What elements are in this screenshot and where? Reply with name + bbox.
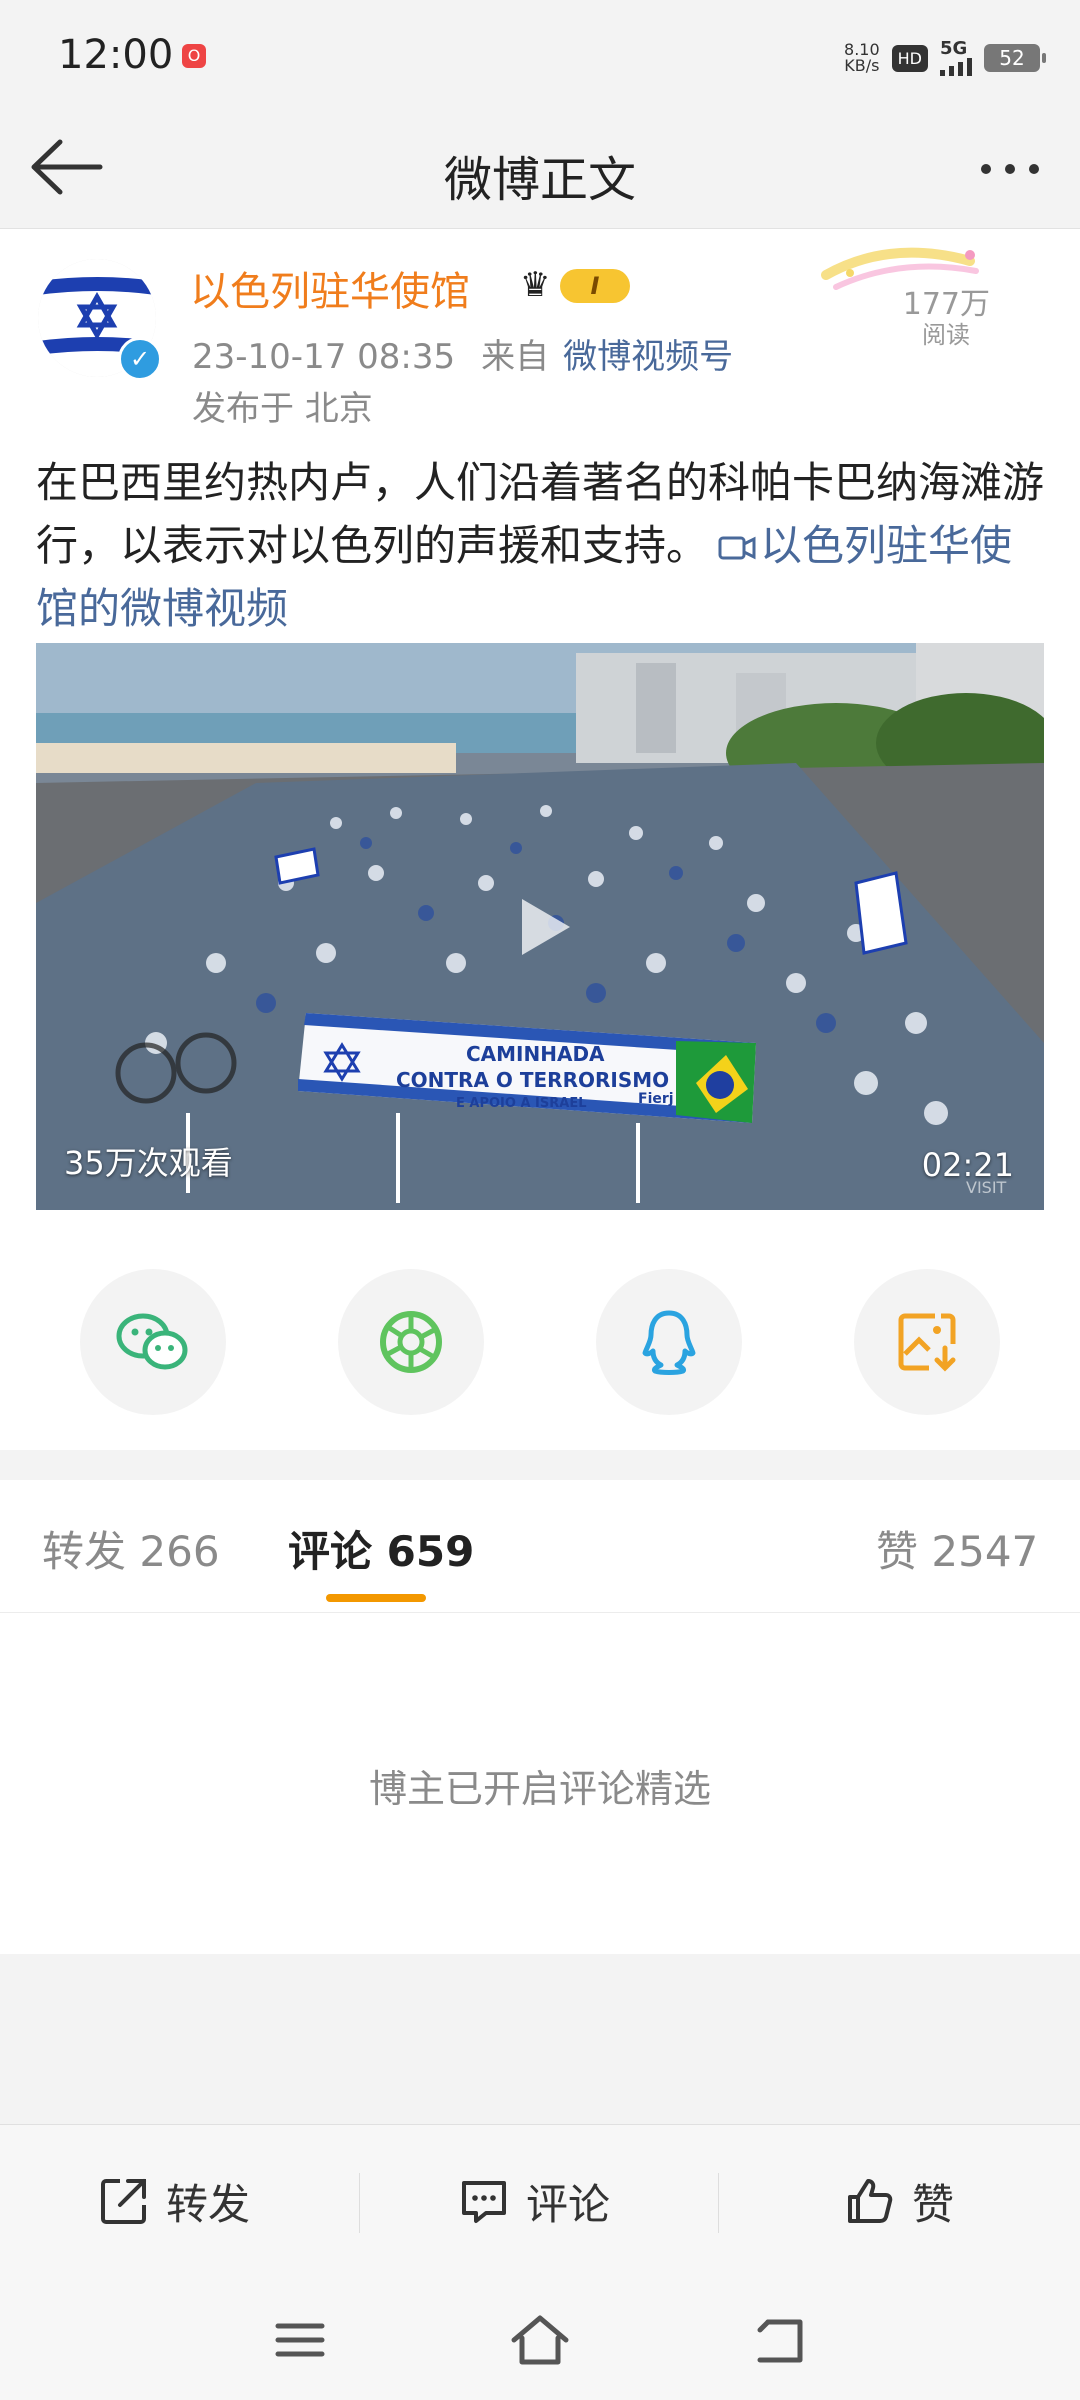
repost-button[interactable]: 转发 [98, 2171, 250, 2231]
post-source-link[interactable]: 微博视频号 [563, 337, 733, 377]
comment-button[interactable]: 评论 [458, 2171, 610, 2231]
menu-icon[interactable] [268, 2308, 332, 2372]
tab-likes[interactable]: 赞 2547 [876, 1518, 1038, 1579]
from-label: 来自 [481, 337, 550, 377]
tab-divider [0, 1612, 1080, 1613]
verified-badge-icon: ✓ [118, 337, 162, 381]
status-bar: 12:00 O 8.10 KB/s HD 5G 52 [0, 0, 1080, 110]
divider [718, 2173, 719, 2233]
back-icon[interactable] [748, 2308, 812, 2372]
like-label: 赞 [912, 2179, 955, 2229]
page-title: 微博正文 [443, 152, 636, 208]
top-nav: 微博正文 [0, 110, 1080, 229]
signal-icon [940, 58, 972, 76]
wechat-share-button[interactable] [80, 1269, 226, 1415]
video-player[interactable]: CAMINHADA CONTRA O TERRORISMO E APOIO A … [36, 643, 1044, 1210]
banner-line3: E APOIO A ISRAEL [456, 1096, 586, 1111]
comment-icon [462, 2181, 506, 2223]
qq-icon [642, 1310, 696, 1375]
network-label: 5G [940, 38, 968, 59]
crown-icon: ♛ [520, 265, 551, 305]
hd-icon: HD [891, 44, 928, 72]
read-label: 阅读 [922, 321, 970, 349]
post-body: 在巴西里约热内卢，人们沿着著名的科帕卡巴纳海滩游行，以表示对以色列的声援和支持。… [36, 451, 1046, 640]
more-dots-icon[interactable] [970, 154, 1050, 184]
weibo-post-screen: 12:00 O 8.10 KB/s HD 5G 52 微博正文 ✓ 以色列驻华使… [0, 0, 1080, 2400]
comments-empty-note: 博主已开启评论精选 [368, 1767, 711, 1811]
home-icon[interactable] [508, 2308, 572, 2372]
repost-icon [101, 2179, 146, 2224]
notification-icon: O [182, 44, 206, 68]
network-speed: 8.10 KB/s [844, 40, 880, 75]
save-image-button[interactable] [854, 1269, 1000, 1415]
tab-comments[interactable]: 评论 659 [288, 1518, 474, 1579]
post-meta: 23-10-17 08:35 来自 微博视频号 [192, 329, 733, 378]
comment-label: 评论 [526, 2179, 611, 2229]
save-image-icon [898, 1313, 956, 1372]
member-level-badge[interactable]: I [560, 269, 630, 303]
status-indicators: 8.10 KB/s HD 5G 52 [844, 36, 1046, 80]
author-name[interactable]: 以色列驻华使馆 [190, 259, 470, 317]
post-timestamp: 23-10-17 08:35 [192, 337, 456, 377]
video-duration: 02:21 [921, 1146, 1014, 1184]
share-row [0, 1269, 1080, 1419]
thumbs-up-icon [848, 2179, 893, 2223]
wechat-icon [116, 1313, 188, 1370]
post-card: ✓ 以色列驻华使馆 ♛ I 23-10-17 08:35 来自 微博视频号 发布于 … [0, 229, 1080, 1450]
network-type: 5G [940, 40, 972, 76]
status-time: 12:00 [58, 32, 174, 78]
banner-line1: CAMINHADA [466, 1042, 605, 1066]
post-location: 发布于 北京 [192, 389, 373, 429]
repost-label: 转发 [166, 2179, 251, 2229]
active-tab-indicator [326, 1594, 426, 1602]
video-icon [718, 536, 756, 560]
video-views: 35万次观看 [64, 1144, 233, 1182]
divider [359, 2173, 360, 2233]
system-nav-bar [0, 2280, 1080, 2400]
battery-icon: 52 [984, 44, 1046, 72]
banner-line2: CONTRA O TERRORISMO [396, 1068, 669, 1092]
banner-logo: Fierj [638, 1091, 674, 1107]
tab-repost[interactable]: 转发 266 [42, 1518, 220, 1579]
interaction-tabs-panel: 转发 266 评论 659 赞 2547 博主已开启评论精选 [0, 1480, 1080, 1954]
moments-icon [380, 1311, 442, 1373]
like-button[interactable]: 赞 [844, 2171, 954, 2231]
qq-share-button[interactable] [596, 1269, 742, 1415]
moments-share-button[interactable] [338, 1269, 484, 1415]
bottom-action-bar: 转发 评论 赞 [0, 2124, 1080, 2281]
play-icon[interactable] [500, 887, 580, 967]
